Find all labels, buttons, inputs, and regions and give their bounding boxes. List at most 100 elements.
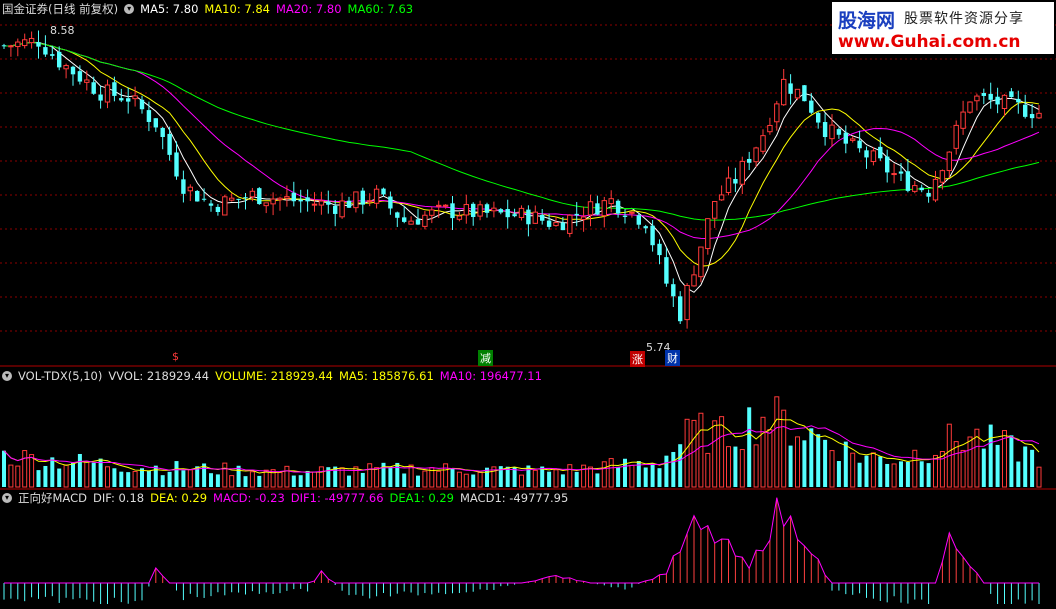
candle[interactable]	[153, 118, 158, 128]
candle[interactable]	[236, 198, 241, 200]
candle[interactable]	[981, 93, 986, 96]
candle[interactable]	[98, 94, 103, 101]
candle[interactable]	[802, 85, 807, 102]
candle[interactable]	[615, 200, 621, 214]
candle[interactable]	[311, 203, 318, 206]
candle[interactable]	[381, 188, 386, 195]
candle[interactable]	[691, 274, 697, 287]
candle[interactable]	[1036, 112, 1042, 119]
finance-marker[interactable]: 财	[665, 350, 680, 366]
candle[interactable]	[622, 215, 628, 217]
candle[interactable]	[850, 138, 856, 141]
candle[interactable]	[408, 220, 414, 225]
candle[interactable]	[870, 150, 877, 163]
candle[interactable]	[1016, 98, 1021, 103]
candle[interactable]	[995, 96, 1000, 105]
candle[interactable]	[422, 214, 428, 227]
price-rise-marker[interactable]: 涨	[630, 351, 645, 367]
candle[interactable]	[91, 82, 96, 94]
candle[interactable]	[1029, 114, 1035, 119]
settings-icon[interactable]: ▾	[2, 371, 12, 381]
candle[interactable]	[50, 54, 55, 56]
candle[interactable]	[263, 202, 269, 207]
candle[interactable]	[643, 226, 648, 229]
candle[interactable]	[939, 170, 946, 183]
candle[interactable]	[187, 186, 194, 192]
candle[interactable]	[587, 201, 594, 216]
candle[interactable]	[318, 200, 325, 206]
candle[interactable]	[553, 222, 559, 227]
candle[interactable]	[104, 84, 111, 103]
candle[interactable]	[932, 178, 939, 201]
candle[interactable]	[146, 110, 152, 122]
candle[interactable]	[636, 215, 641, 225]
candle[interactable]	[388, 196, 393, 209]
candle[interactable]	[864, 150, 869, 158]
candle[interactable]	[781, 78, 787, 106]
settings-icon[interactable]: ▾	[2, 493, 12, 503]
candle[interactable]	[919, 187, 924, 191]
candle[interactable]	[298, 199, 303, 202]
candle[interactable]	[57, 51, 62, 68]
candle[interactable]	[733, 179, 738, 184]
candle[interactable]	[767, 124, 773, 133]
candle[interactable]	[222, 196, 228, 216]
candle[interactable]	[181, 179, 186, 194]
candle[interactable]	[284, 196, 290, 199]
candle[interactable]	[885, 156, 890, 173]
candle[interactable]	[760, 135, 766, 152]
candle[interactable]	[1023, 104, 1028, 117]
candle[interactable]	[1009, 91, 1014, 98]
candle[interactable]	[195, 190, 200, 202]
candle[interactable]	[450, 203, 455, 219]
candle[interactable]	[926, 192, 931, 197]
candle[interactable]	[346, 200, 352, 208]
candle[interactable]	[816, 112, 821, 123]
candle[interactable]	[326, 201, 331, 205]
candle[interactable]	[243, 197, 248, 199]
candle[interactable]	[546, 220, 552, 227]
candle[interactable]	[774, 103, 780, 123]
candle[interactable]	[1001, 94, 1008, 110]
candle[interactable]	[395, 212, 400, 218]
candle[interactable]	[167, 133, 172, 155]
candle[interactable]	[442, 204, 449, 207]
candle[interactable]	[8, 45, 14, 48]
candle[interactable]	[718, 194, 725, 201]
candle[interactable]	[678, 296, 683, 322]
candle[interactable]	[532, 211, 538, 224]
candle[interactable]	[953, 124, 959, 149]
candle[interactable]	[132, 95, 138, 100]
candle[interactable]	[415, 219, 421, 225]
candle[interactable]	[208, 203, 214, 206]
candle[interactable]	[912, 185, 918, 192]
settings-icon[interactable]: ▾	[124, 4, 135, 14]
candle[interactable]	[567, 214, 573, 234]
candle[interactable]	[857, 140, 862, 149]
candle[interactable]	[829, 124, 835, 140]
candle[interactable]	[436, 204, 442, 207]
candle[interactable]	[512, 214, 517, 217]
candle[interactable]	[119, 98, 124, 101]
candle[interactable]	[471, 203, 476, 217]
candle[interactable]	[843, 132, 848, 144]
stock-chart[interactable]	[0, 0, 1056, 609]
candle[interactable]	[305, 197, 310, 202]
candle[interactable]	[43, 47, 48, 55]
candle[interactable]	[664, 257, 669, 284]
candle[interactable]	[257, 188, 262, 205]
candle[interactable]	[898, 171, 904, 174]
candle[interactable]	[540, 214, 545, 221]
candle[interactable]	[595, 203, 600, 215]
candle[interactable]	[229, 197, 235, 201]
candle[interactable]	[70, 66, 76, 75]
candle[interactable]	[360, 190, 365, 205]
candle[interactable]	[526, 209, 531, 225]
dividend-marker[interactable]: $	[170, 350, 181, 363]
candle[interactable]	[22, 39, 28, 47]
candle[interactable]	[126, 98, 131, 102]
candle[interactable]	[498, 209, 503, 213]
candle[interactable]	[28, 37, 35, 44]
candle[interactable]	[215, 206, 221, 212]
candle[interactable]	[367, 200, 373, 203]
